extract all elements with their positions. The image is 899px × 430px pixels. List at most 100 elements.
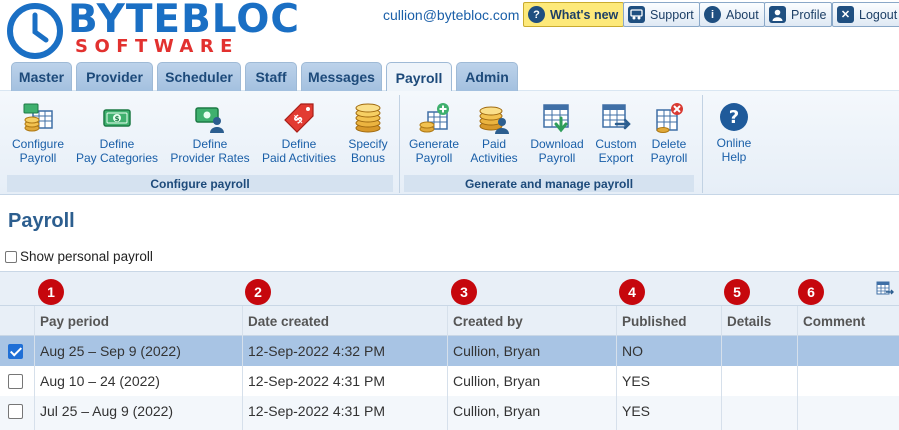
delete-payroll-line2: Payroll <box>650 151 688 165</box>
specify-bonus-line2: Bonus <box>350 151 386 165</box>
define-provider-rates-line1: Define <box>192 137 228 151</box>
date-created-cell: 12-Sep-2022 4:31 PM <box>248 403 385 419</box>
support-icon <box>628 6 645 23</box>
created-by-cell: Cullion, Bryan <box>453 403 541 419</box>
table-row[interactable]: Aug 10 – 24 (2022) 12-Sep-2022 4:31 PM C… <box>0 366 899 396</box>
tab-staff[interactable]: Staff <box>245 62 297 91</box>
delete-payroll-button[interactable]: Delete Payroll <box>646 102 692 165</box>
column-divider <box>616 306 617 430</box>
define-pay-categories-line1: Define <box>99 137 135 151</box>
table-row[interactable]: Jul 25 – Aug 9 (2022) 12-Sep-2022 4:31 P… <box>0 396 899 430</box>
column-marker-1: 1 <box>38 279 64 305</box>
specify-bonus-button[interactable]: Specify Bonus <box>342 102 394 165</box>
custom-export-line2: Export <box>598 151 634 165</box>
support-button[interactable]: Support <box>623 2 700 27</box>
custom-export-line1: Custom <box>595 137 637 151</box>
grid-export-icon[interactable] <box>876 281 894 297</box>
define-paid-activities-button[interactable]: $ Define Paid Activities <box>260 102 338 165</box>
export-icon <box>602 104 631 130</box>
whats-new-button[interactable]: ? What's new <box>523 2 625 27</box>
paid-activities-button[interactable]: Paid Activities <box>468 102 520 165</box>
define-pay-categories-button[interactable]: $ Define Pay Categories <box>74 102 160 165</box>
whats-new-label: What's new <box>550 7 619 22</box>
bytebloc-logo: BYTEBLOC SOFTWARE <box>6 0 306 60</box>
published-cell: NO <box>622 343 643 359</box>
define-provider-rates-line2: Provider Rates <box>170 151 250 165</box>
price-tag-icon: $ <box>284 103 314 133</box>
paid-activities-line2: Activities <box>470 151 518 165</box>
info-icon: i <box>704 6 721 23</box>
table-row[interactable]: Aug 25 – Sep 9 (2022) 12-Sep-2022 4:32 P… <box>0 336 899 366</box>
group-label-generate: Generate and manage payroll <box>404 175 694 192</box>
download-payroll-button[interactable]: Download Payroll <box>527 102 587 165</box>
page-title: Payroll <box>8 210 75 232</box>
comment-cell <box>798 366 803 396</box>
online-help-line1: Online <box>716 136 752 150</box>
define-paid-activities-line2: Paid Activities <box>261 151 337 165</box>
details-cell <box>722 366 727 396</box>
column-marker-6: 6 <box>798 279 824 305</box>
custom-export-button[interactable]: Custom Export <box>592 102 640 165</box>
column-divider <box>797 306 798 430</box>
column-divider <box>721 306 722 430</box>
about-button[interactable]: i About <box>699 2 765 27</box>
column-header-published[interactable]: Published <box>617 306 722 336</box>
generate-payroll-button[interactable]: Generate Payroll <box>405 102 463 165</box>
download-payroll-line1: Download <box>530 137 584 151</box>
row-checkbox[interactable] <box>8 374 23 389</box>
app-window: BYTEBLOC SOFTWARE cullion@bytebloc.com ?… <box>0 0 899 430</box>
column-divider <box>447 306 448 430</box>
pay-categories-icon: $ <box>103 109 131 127</box>
created-by-cell: Cullion, Bryan <box>453 343 541 359</box>
column-header-pay-period[interactable]: Pay period <box>35 306 243 336</box>
row-checkbox[interactable] <box>8 404 23 419</box>
column-marker-3: 3 <box>451 279 477 305</box>
ribbon-separator <box>399 95 400 193</box>
paid-activities-icon <box>479 106 509 134</box>
tab-admin[interactable]: Admin <box>456 62 518 91</box>
grid-toolbar <box>0 271 899 306</box>
column-marker-2: 2 <box>245 279 271 305</box>
published-cell: YES <box>622 403 651 419</box>
column-header-created-by[interactable]: Created by <box>448 306 618 336</box>
generate-payroll-line1: Generate <box>408 137 460 151</box>
pay-period-cell: Jul 25 – Aug 9 (2022) <box>40 403 174 419</box>
published-cell: YES <box>622 373 651 389</box>
comment-cell <box>798 396 803 426</box>
column-header-date-created[interactable]: Date created <box>243 306 448 336</box>
show-personal-payroll-toggle[interactable]: Show personal payroll <box>5 249 153 264</box>
tab-payroll[interactable]: Payroll <box>386 62 452 93</box>
ribbon-separator <box>702 95 703 193</box>
configure-payroll-line1: Configure <box>11 137 65 151</box>
define-pay-categories-line2: Pay Categories <box>75 151 159 165</box>
details-cell <box>722 336 727 366</box>
tab-scheduler[interactable]: Scheduler <box>157 62 241 91</box>
tab-messages[interactable]: Messages <box>301 62 382 91</box>
date-created-cell: 12-Sep-2022 4:32 PM <box>248 343 385 359</box>
column-header-details[interactable]: Details <box>722 306 798 336</box>
pay-period-cell: Aug 10 – 24 (2022) <box>40 373 160 389</box>
column-divider <box>242 306 243 430</box>
logout-button[interactable]: ✕ Logout <box>832 2 899 27</box>
svg-text:?: ? <box>729 107 739 128</box>
created-by-cell: Cullion, Bryan <box>453 373 541 389</box>
configure-payroll-button[interactable]: Configure Payroll <box>8 102 68 165</box>
logo-subtext: SOFTWARE <box>75 36 239 57</box>
date-created-cell: 12-Sep-2022 4:31 PM <box>248 373 385 389</box>
show-personal-payroll-checkbox[interactable] <box>5 250 17 263</box>
pay-period-cell: Aug 25 – Sep 9 (2022) <box>40 343 181 359</box>
tab-master[interactable]: Master <box>11 62 72 91</box>
delete-icon <box>656 103 683 133</box>
online-help-line2: Help <box>721 150 747 164</box>
configure-payroll-line2: Payroll <box>19 151 57 165</box>
column-header-comment[interactable]: Comment <box>798 306 898 336</box>
tab-provider[interactable]: Provider <box>76 62 153 91</box>
download-icon <box>543 104 569 133</box>
coins-icon <box>355 103 381 133</box>
logo-text: BYTEBLOC <box>68 0 301 42</box>
online-help-button[interactable]: ? Online Help <box>711 101 757 164</box>
define-provider-rates-button[interactable]: Define Provider Rates <box>168 102 252 165</box>
profile-button[interactable]: Profile <box>764 2 833 27</box>
column-divider <box>34 306 35 430</box>
row-checkbox[interactable] <box>8 344 23 359</box>
